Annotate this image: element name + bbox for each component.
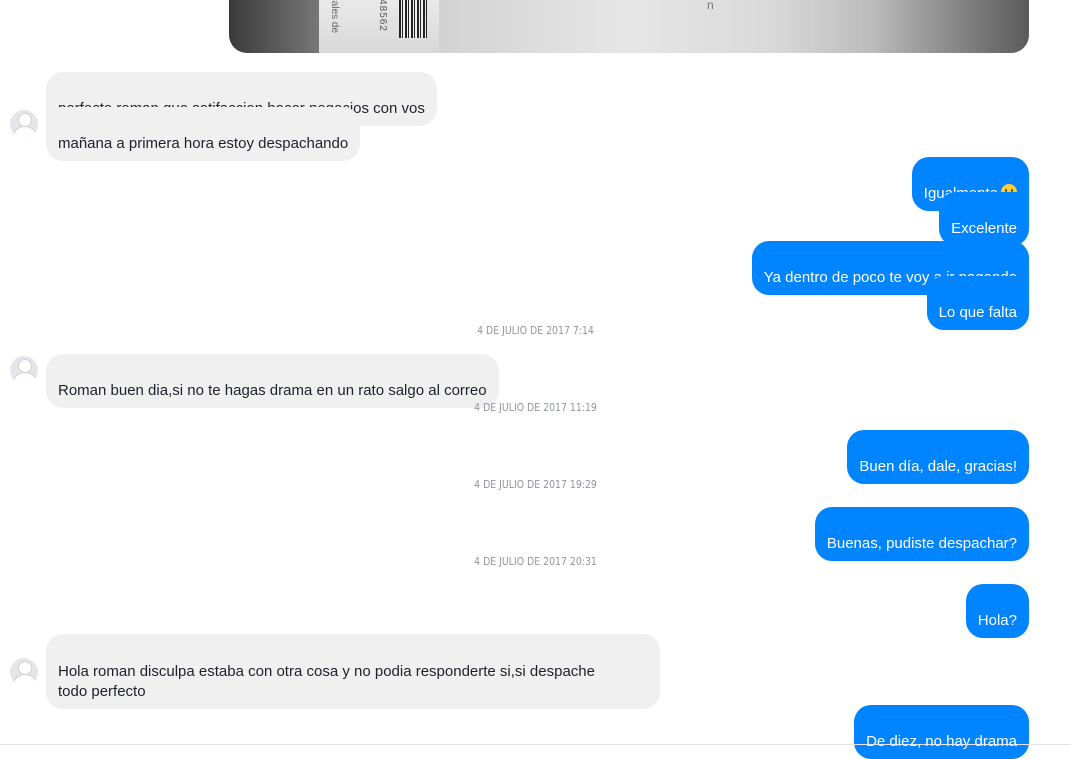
message-text: Hola roman disculpa estaba con otra cosa… [58,663,595,700]
message-text: Buen día, dale, gracias! [859,458,1017,475]
contact-avatar[interactable] [10,356,38,384]
message-text: Roman buen dia,si no te hagas drama en u… [58,382,487,399]
message-outgoing[interactable]: Hola? [965,584,1029,638]
shared-photo[interactable]: locales de 4948562 n [229,0,1029,53]
message-text: Hola? [977,612,1017,629]
message-text: mañana a primera hora estoy despachando [58,135,349,152]
message-incoming[interactable]: Hola roman disculpa estaba con otra cosa… [46,634,660,709]
message-outgoing[interactable]: Buenas, pudiste despachar? [814,507,1029,561]
barcode-image [399,0,427,38]
message-outgoing[interactable]: Buen día, dale, gracias! [847,430,1029,484]
message-text: Excelente [951,220,1017,237]
message-incoming[interactable]: mañana a primera hora estoy despachando [46,107,361,161]
message-outgoing[interactable]: Excelente [939,192,1029,246]
message-text: Lo que falta [938,304,1017,321]
contact-avatar[interactable] [10,110,38,138]
photo-glyph: n [707,0,714,12]
timestamp-divider: 4 DE JULIO DE 2017 11:19 [474,401,597,414]
photo-barcode-digits: 4948562 [377,0,388,32]
photo-side-text: locales de [329,0,340,34]
message-outgoing[interactable]: De diez, no hay drama [854,705,1029,759]
message-text: Buenas, pudiste despachar? [826,535,1017,552]
timestamp-divider: 4 DE JULIO DE 2017 7:14 [477,324,594,337]
message-incoming[interactable]: Roman buen dia,si no te hagas drama en u… [46,354,499,408]
timestamp-divider: 4 DE JULIO DE 2017 19:29 [474,478,597,491]
message-text: De diez, no hay drama [866,733,1017,750]
timestamp-divider: 4 DE JULIO DE 2017 20:31 [474,555,597,568]
contact-avatar[interactable] [10,658,38,686]
message-outgoing[interactable]: Lo que falta [926,276,1029,330]
composer-divider [0,744,1071,745]
